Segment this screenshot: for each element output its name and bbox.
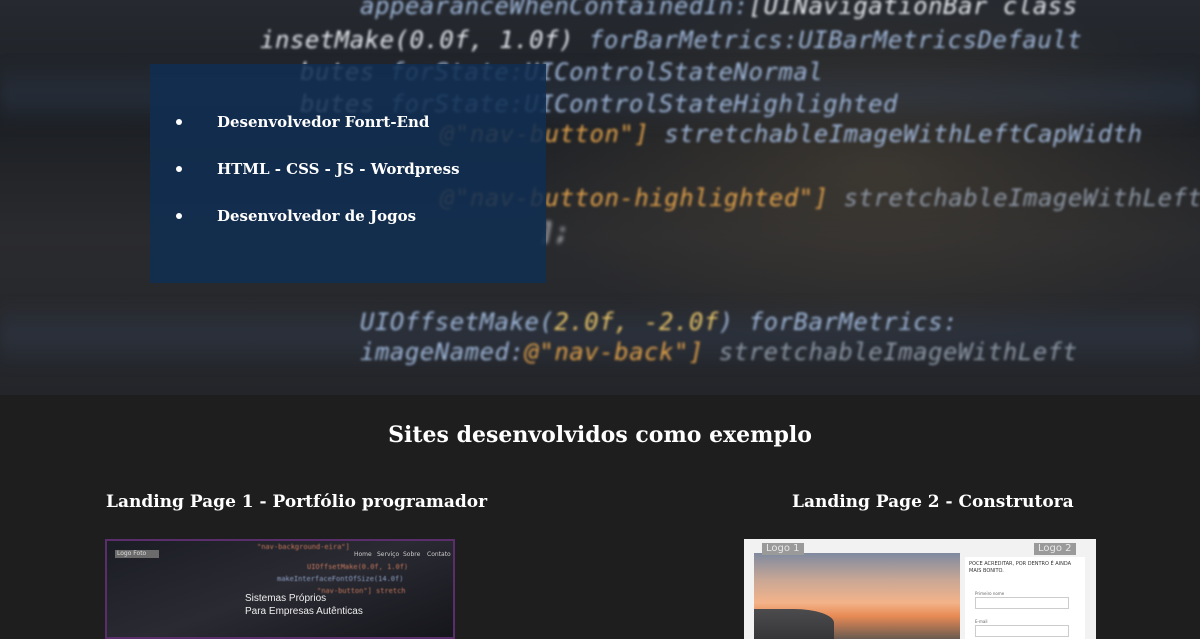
preview-nav-contato: Contato [427, 551, 451, 558]
preview-form-title: POCE ACREDITAR, POR DENTRO É AINDA MAIS … [969, 561, 1072, 574]
bullet-icon [176, 119, 182, 125]
bullet-icon [176, 213, 182, 219]
code-line: @"nav-button-highlighted"] stretchableIm… [440, 184, 1200, 212]
card-title-portfolio: Landing Page 1 - Portfólio programador [106, 492, 488, 512]
preview-tagline: Para Empresas Autênticas [245, 606, 363, 617]
preview-nav-servico: Serviço [377, 551, 400, 558]
code-line: appearanceWhenContainedIn:[UINavigationB… [360, 0, 1078, 20]
preview-logo: Logo Foto [115, 550, 159, 558]
preview-cliff-shape [754, 609, 834, 639]
preview-landing-page-2[interactable]: Logo 1 Logo 2 POCE ACREDITAR, POR DENTRO… [744, 539, 1096, 639]
preview-logo-1: Logo 1 [762, 543, 804, 555]
preview-landing-page-1[interactable]: "nav-background-eira"] UIOffsetMake(0.0f… [105, 539, 455, 639]
preview-form-label: E-mail [975, 619, 988, 624]
preview-nav-sobre: Sobre [403, 551, 421, 558]
card-title-construtora: Landing Page 2 - Construtora [792, 492, 1074, 512]
preview-tagline: Sistemas Próprios [245, 593, 327, 604]
skills-box: Desenvolvedor Fonrt-End HTML - CSS - JS … [150, 64, 546, 283]
preview-contact-form: POCE ACREDITAR, POR DENTRO É AINDA MAIS … [965, 557, 1085, 639]
preview-form-label: Primeiro nome [975, 591, 1005, 596]
preview-logo-2: Logo 2 [1034, 543, 1076, 555]
code-line: imageNamed:@"nav-back"] stretchableImage… [360, 338, 1078, 366]
section-title: Sites desenvolvidos como exemplo [388, 422, 812, 448]
preview-form-field [975, 597, 1069, 609]
preview-nav-home: Home [354, 551, 372, 558]
code-line: UIOffsetMake(2.0f, -2.0f) forBarMetrics: [360, 308, 958, 336]
hero-banner: appearanceWhenContainedIn:[UINavigationB… [0, 0, 1200, 395]
bullet-icon [176, 166, 182, 172]
preview-form-field [975, 625, 1069, 637]
code-line: insetMake(0.0f, 1.0f) forBarMetrics:UIBa… [260, 26, 1083, 54]
